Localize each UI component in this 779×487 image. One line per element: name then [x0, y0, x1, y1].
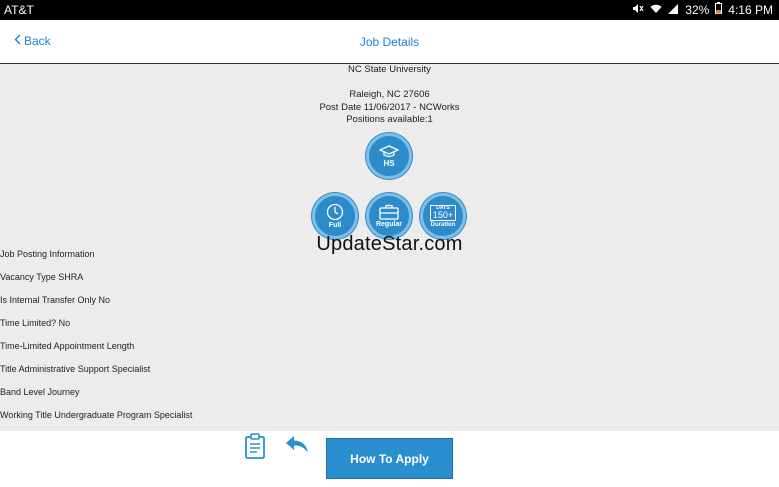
battery-icon: [715, 2, 723, 17]
detail-row: Band Level Journey: [0, 387, 80, 397]
detail-row: Time-Limited Appointment Length: [0, 341, 135, 351]
education-badge: HS: [366, 133, 412, 179]
carrier-label: AT&T: [4, 3, 34, 17]
wifi-icon: [650, 3, 662, 17]
detail-row: Title Administrative Support Specialist: [0, 364, 151, 374]
positions-available: Positions available:1: [346, 114, 433, 125]
page-title: Job Details: [359, 35, 420, 49]
education-label: HS: [383, 158, 395, 168]
detail-row: Job Posting Information: [0, 249, 95, 259]
status-icons: 32% 4:16 PM: [632, 2, 773, 17]
graduation-cap-icon: [379, 144, 399, 158]
detail-row: Working Title Undergraduate Program Spec…: [0, 410, 193, 420]
clipboard-icon[interactable]: [244, 433, 266, 464]
schedule-label: Full: [328, 222, 342, 229]
duration-label: Duration: [430, 221, 456, 228]
calendar-icon: DAYS 150+: [429, 204, 457, 221]
briefcase-icon: [379, 204, 399, 220]
mute-icon: [632, 3, 644, 17]
duration-value: 150+: [432, 209, 454, 220]
clock-icon: [326, 203, 344, 221]
signal-icon: [668, 3, 679, 17]
status-bar: AT&T 32% 4:16 PM: [0, 0, 779, 20]
watermark-text: UpdateStar.com: [316, 233, 463, 255]
how-to-apply-button[interactable]: How To Apply: [326, 438, 453, 479]
detail-row: Vacancy Type SHRA: [0, 272, 84, 282]
job-location: Raleigh, NC 27606: [349, 89, 430, 100]
detail-row: Is Internal Transfer Only No: [0, 295, 111, 305]
detail-row: Time Limited? No: [0, 318, 71, 328]
battery-percent: 32%: [685, 2, 710, 17]
post-date: Post Date 11/06/2017 - NCWorks: [319, 102, 460, 113]
reply-icon[interactable]: [284, 434, 310, 461]
app-bar: Back Job Details: [0, 20, 779, 64]
type-label: Regular: [375, 221, 403, 228]
clock: 4:16 PM: [728, 2, 773, 17]
employer-name: NC State University: [348, 64, 431, 75]
